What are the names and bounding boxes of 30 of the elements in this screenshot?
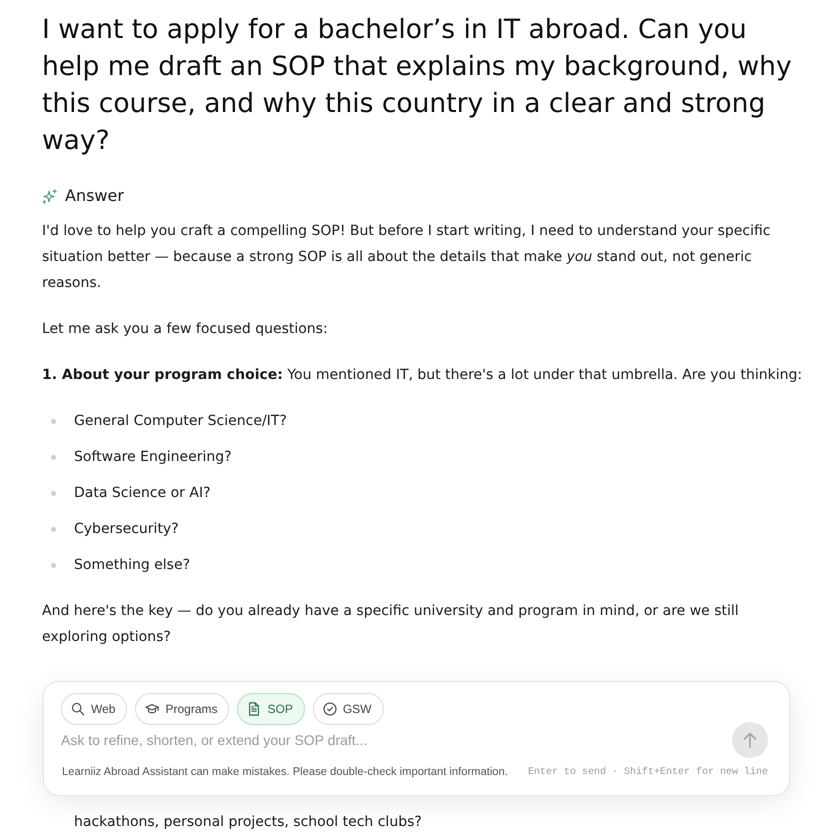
- filter-chip[interactable]: Programs: [135, 693, 230, 725]
- list-item-text: General Computer Science/IT?: [74, 412, 287, 431]
- answer-paragraph: And here's the key — do you already have a specific university and program in mind, or are we still exploring options?: [42, 602, 740, 647]
- answer-paragraph: I'd love to help you craft a compelling SOP! But before I start writing, I need to understand your specific situation better — because a strong SOP is all about the details that make you stand out, not generic reasons.: [42, 222, 772, 293]
- graduation-cap-icon: [145, 702, 160, 716]
- list-item-text: Cybersecurity?: [74, 520, 179, 539]
- filter-chip[interactable]: Web: [61, 693, 128, 725]
- search-icon: [71, 702, 85, 716]
- filter-chip[interactable]: SOP: [237, 693, 305, 725]
- list-item-text: Data Science or AI?: [74, 484, 211, 503]
- filter-chip[interactable]: GSW: [312, 693, 384, 725]
- arrow-up-icon: [743, 732, 757, 748]
- message-input[interactable]: Ask to refine, shorten, or extend your SOP draft...: [61, 728, 732, 752]
- bullet-icon: [51, 562, 56, 568]
- check-circle-icon: [322, 702, 337, 716]
- bullet-icon: [51, 418, 56, 424]
- question-heading: I want to apply for a bachelor’s in IT abroad. Can you help me draft an SOP that explains my background, why this course, and why this country in a clear and strong way?: [42, 13, 793, 158]
- answer-paragraph: 1. About your program choice: You mentioned IT, but there's a lot under that umbrella. Are you thinking:: [42, 366, 804, 385]
- list-item-text: hackathons, personal projects, school tech clubs?: [74, 813, 423, 832]
- disclaimer-text: Learniiz Abroad Assistant can make mistakes. Please double-check important information.: [62, 765, 508, 780]
- keyboard-hint: Enter to send · Shift+Enter for new line: [528, 766, 768, 780]
- document-icon: [247, 702, 262, 716]
- bullet-icon: [51, 454, 56, 460]
- bullet-icon: [51, 490, 56, 496]
- sparkle-icon: [42, 188, 57, 204]
- bullet-icon: [51, 526, 56, 532]
- list-item-text: Software Engineering?: [74, 448, 232, 467]
- answer-paragraph: Let me ask you a few focused questions:: [42, 320, 329, 339]
- list-item-text: Something else?: [74, 556, 190, 575]
- answer-heading: Answer: [65, 185, 124, 207]
